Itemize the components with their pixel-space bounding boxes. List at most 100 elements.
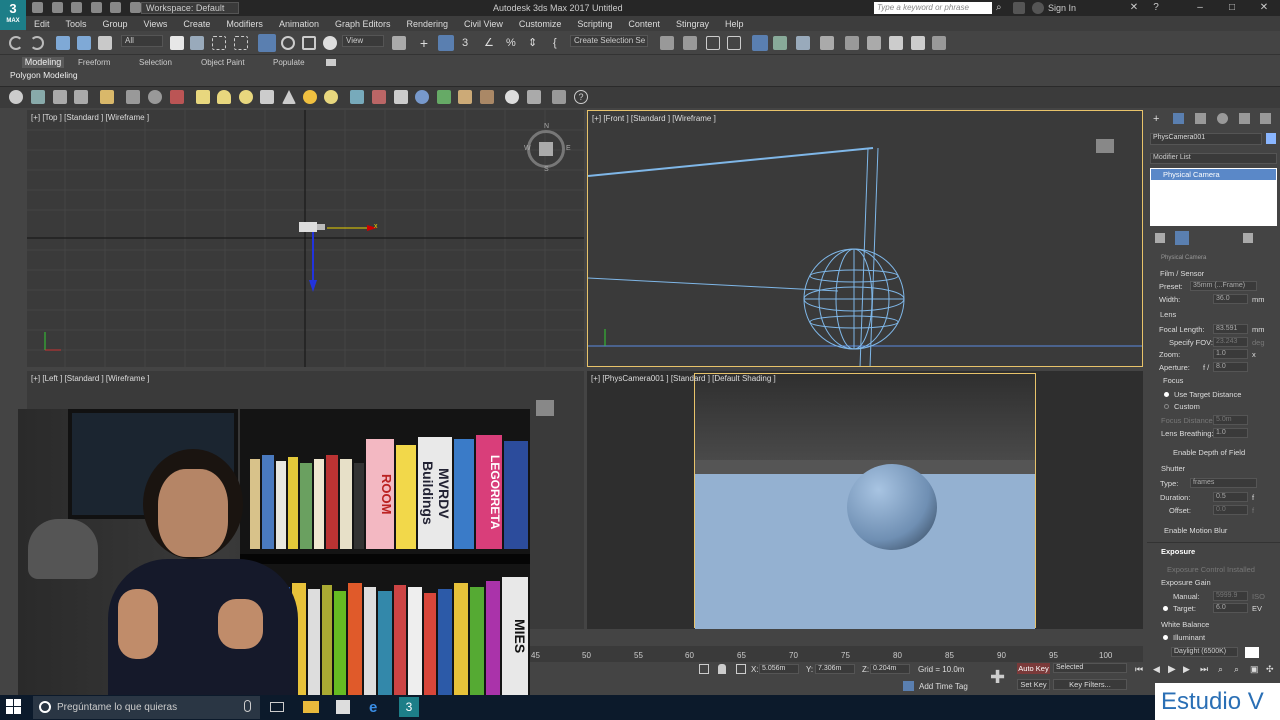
select-and-move-icon[interactable] bbox=[258, 34, 276, 52]
focus-distance-spinner[interactable]: 5.0m bbox=[1213, 415, 1248, 425]
grid-icon[interactable] bbox=[527, 90, 541, 104]
sun-light-icon[interactable] bbox=[303, 90, 317, 104]
menu-modifiers[interactable]: Modifiers bbox=[218, 19, 271, 29]
edge-browser-icon[interactable]: e bbox=[369, 699, 377, 716]
target-radio[interactable]: Target: bbox=[1173, 604, 1196, 613]
viewport-top-label[interactable]: [+] [Top ] [Standard ] [Wireframe ] bbox=[31, 113, 149, 122]
viewport-front-label[interactable]: [+] [Front ] [Standard ] [Wireframe ] bbox=[592, 114, 716, 123]
exposure-rollout[interactable]: Exposure bbox=[1161, 547, 1195, 556]
redo-icon[interactable] bbox=[110, 2, 122, 13]
zoom-icon[interactable]: ⌕ bbox=[1218, 664, 1223, 675]
percent-snap-icon[interactable]: % bbox=[506, 36, 520, 50]
set-key-button[interactable]: Set Key bbox=[1017, 679, 1050, 690]
select-by-name-icon[interactable] bbox=[190, 36, 204, 50]
brush-presets-icon[interactable] bbox=[100, 90, 114, 104]
add-time-tag-button[interactable]: Add Time Tag bbox=[919, 682, 968, 691]
menu-help[interactable]: Help bbox=[717, 19, 752, 29]
menu-content[interactable]: Content bbox=[620, 19, 668, 29]
user-icon[interactable] bbox=[1032, 2, 1044, 14]
viewport-front[interactable]: [+] [Front ] [Standard ] [Wireframe ] bbox=[587, 110, 1143, 367]
box-primitive-icon[interactable] bbox=[196, 90, 210, 104]
viewport-camera[interactable]: [+] [PhysCamera001 ] [Standard ] [Defaul… bbox=[587, 371, 1143, 629]
lens-breathing-spinner[interactable]: 1.0 bbox=[1213, 428, 1248, 438]
new-file-icon[interactable] bbox=[32, 2, 43, 13]
mirror-icon[interactable] bbox=[660, 36, 674, 50]
time-tag-icon[interactable] bbox=[903, 681, 914, 691]
workspace-dropdown[interactable]: Workspace: Default bbox=[141, 2, 239, 14]
redo-icon[interactable] bbox=[30, 36, 44, 50]
menu-customize[interactable]: Customize bbox=[511, 19, 570, 29]
rollout-title[interactable]: Physical Camera bbox=[1161, 255, 1206, 261]
layer-explorer-icon[interactable] bbox=[727, 36, 741, 50]
key-filters-button[interactable]: Key Filters... bbox=[1053, 679, 1127, 690]
scene-explorer-icon[interactable] bbox=[706, 36, 720, 50]
specify-fov-checkbox[interactable]: Specify FOV: bbox=[1169, 338, 1213, 347]
layers-icon[interactable] bbox=[74, 90, 88, 104]
menu-edit[interactable]: Edit bbox=[26, 19, 58, 29]
width-spinner[interactable]: 36.0 bbox=[1213, 294, 1248, 304]
manual-iso-spinner[interactable]: 5999.9 bbox=[1213, 591, 1248, 601]
search-icon[interactable]: ⌕ bbox=[996, 2, 1008, 14]
viewport-top[interactable]: [+] [Top ] [Standard ] [Wireframe ] x N … bbox=[27, 110, 584, 367]
window-crossing-icon[interactable] bbox=[234, 36, 248, 50]
previous-frame-icon[interactable]: ◀ bbox=[1153, 664, 1160, 675]
pivot-center-icon[interactable] bbox=[392, 36, 406, 50]
modify-tab-icon[interactable] bbox=[1173, 113, 1184, 124]
selection-filter-dropdown[interactable]: All bbox=[121, 35, 163, 47]
orbit-icon[interactable]: ✣ bbox=[1266, 664, 1274, 675]
help-icon[interactable]: ? bbox=[1150, 2, 1162, 14]
keyboard-shortcut-override-icon[interactable] bbox=[438, 35, 454, 51]
create-tab-icon[interactable]: + bbox=[1153, 113, 1159, 125]
duration-spinner[interactable]: 0.5 bbox=[1213, 492, 1248, 502]
ribbon-tab-modeling[interactable]: Modeling bbox=[22, 57, 64, 68]
explorer-icon[interactable] bbox=[31, 90, 45, 104]
viewport-left-label[interactable]: [+] [Left ] [Standard ] [Wireframe ] bbox=[31, 374, 150, 383]
3dsmax-taskbar-icon[interactable]: 3 bbox=[399, 697, 419, 717]
rendered-frame-window-icon[interactable] bbox=[867, 36, 881, 50]
focal-length-spinner[interactable]: 83.591 bbox=[1213, 324, 1248, 334]
zoom-extents-icon[interactable]: ▣ bbox=[1250, 664, 1259, 675]
use-target-radio-icon[interactable] bbox=[1164, 392, 1169, 397]
exchange-icon[interactable]: ✕ bbox=[1128, 2, 1140, 14]
select-object-icon[interactable] bbox=[170, 36, 184, 50]
store-icon[interactable] bbox=[336, 700, 350, 714]
y-coord-field[interactable]: 7.306m bbox=[815, 664, 855, 674]
play-icon[interactable]: ▶ bbox=[1168, 664, 1176, 675]
menu-animation[interactable]: Animation bbox=[271, 19, 327, 29]
custom-radio-icon[interactable] bbox=[1164, 404, 1169, 409]
open-file-icon[interactable] bbox=[51, 2, 63, 13]
fov-spinner[interactable]: 23.243 bbox=[1213, 337, 1248, 347]
use-target-distance-radio[interactable]: Use Target Distance bbox=[1174, 390, 1241, 399]
align-icon[interactable] bbox=[683, 36, 697, 50]
region-select-icon[interactable] bbox=[212, 36, 226, 50]
undo-icon[interactable] bbox=[90, 2, 102, 13]
display-tab-icon[interactable] bbox=[1239, 113, 1250, 124]
place-icon[interactable] bbox=[323, 36, 337, 50]
shutter-type-dropdown[interactable]: frames bbox=[1190, 478, 1257, 488]
modifier-list-dropdown[interactable]: Modifier List bbox=[1150, 153, 1277, 164]
object-color-swatch[interactable] bbox=[1266, 133, 1276, 144]
menu-rendering[interactable]: Rendering bbox=[399, 19, 457, 29]
app-logo[interactable]: 3 MAX bbox=[0, 0, 26, 30]
layer-manager-icon[interactable] bbox=[53, 90, 67, 104]
next-frame-icon[interactable]: ▶ bbox=[1183, 664, 1190, 675]
menu-views[interactable]: Views bbox=[136, 19, 176, 29]
menu-group[interactable]: Group bbox=[95, 19, 136, 29]
x-coord-field[interactable]: 5.056m bbox=[759, 664, 799, 674]
zoom-spinner[interactable]: 1.0 bbox=[1213, 349, 1248, 359]
configure-modifier-sets-icon[interactable] bbox=[1243, 233, 1253, 243]
menu-create[interactable]: Create bbox=[175, 19, 218, 29]
set-key-icon[interactable]: ✚ bbox=[990, 667, 1005, 688]
microphone-icon[interactable] bbox=[244, 700, 251, 712]
z-coord-field[interactable]: 0.204m bbox=[870, 664, 910, 674]
illuminant-radio[interactable]: Illuminant bbox=[1173, 633, 1205, 642]
auto-key-button[interactable]: Auto Key bbox=[1017, 663, 1050, 674]
cortana-search[interactable]: Pregúntame lo que quieras bbox=[33, 696, 260, 719]
custom-radio[interactable]: Custom bbox=[1174, 402, 1200, 411]
file-explorer-icon[interactable] bbox=[303, 701, 319, 713]
preset-dropdown[interactable]: 35mm (...Frame) bbox=[1190, 281, 1257, 291]
search-input[interactable]: Type a keyword or phrase bbox=[874, 2, 992, 14]
render-setup-icon[interactable] bbox=[845, 36, 859, 50]
daylight-dropdown[interactable]: Daylight (6500K) bbox=[1171, 647, 1238, 657]
globe-icon[interactable] bbox=[415, 90, 429, 104]
